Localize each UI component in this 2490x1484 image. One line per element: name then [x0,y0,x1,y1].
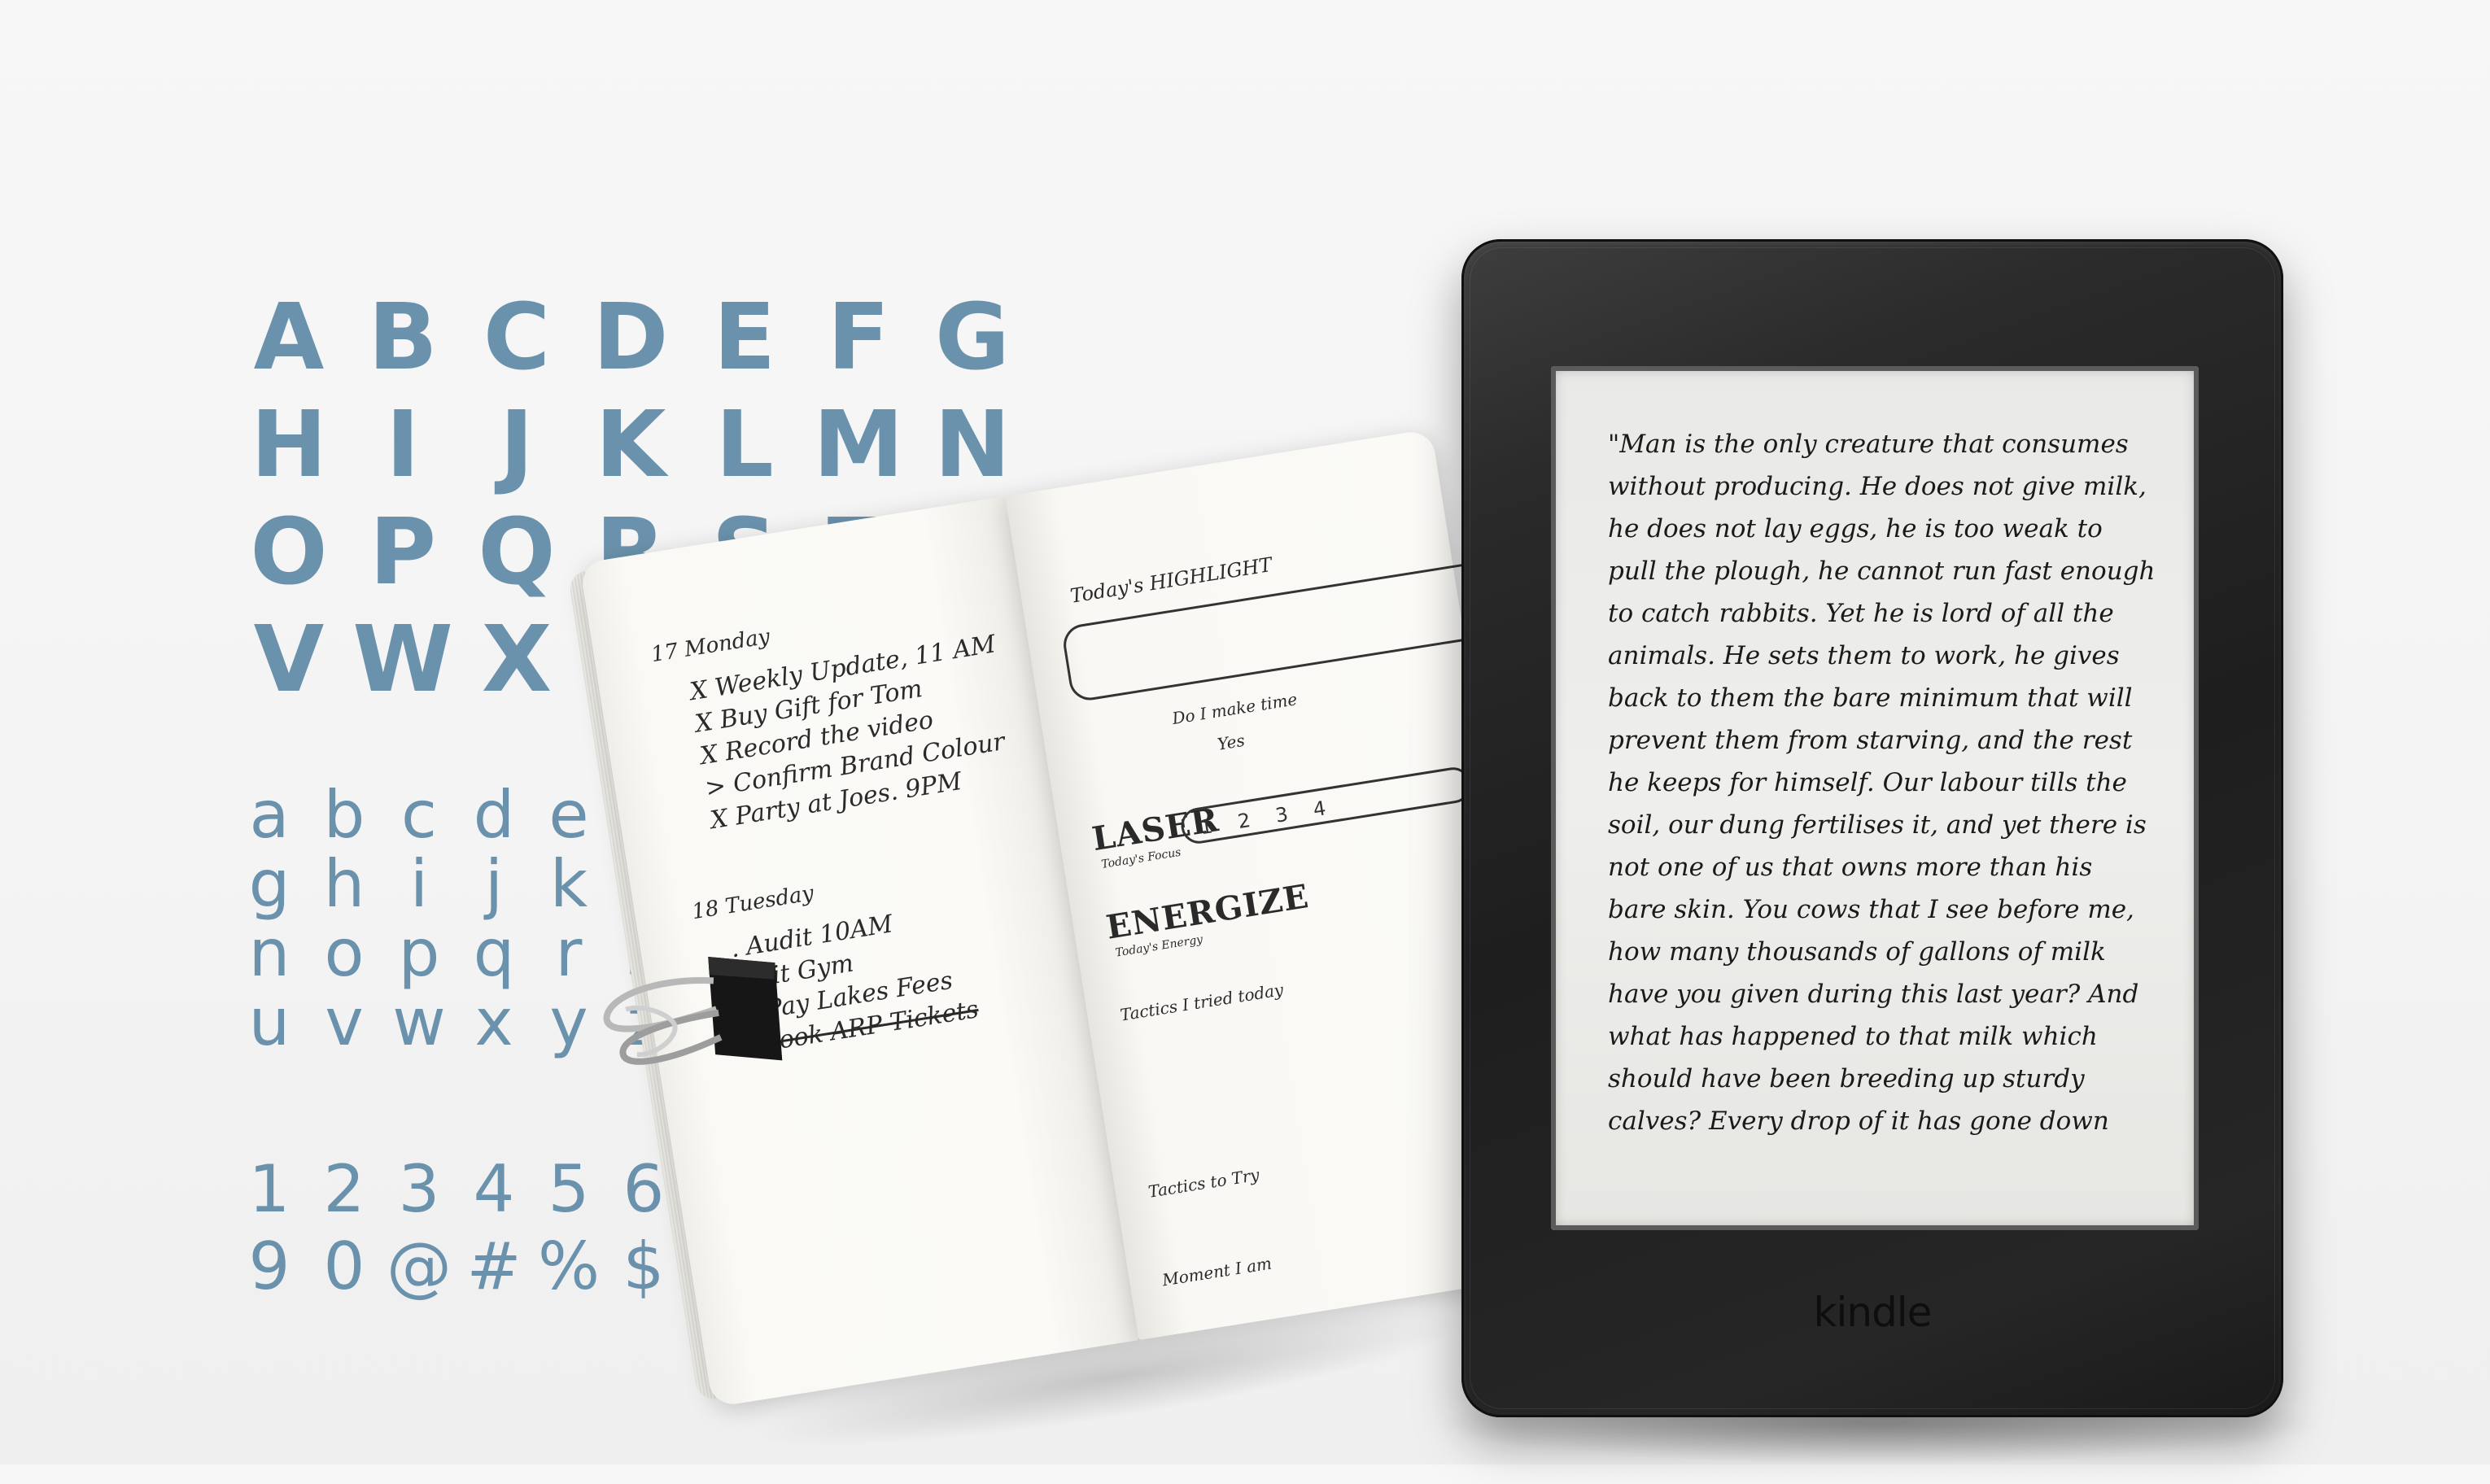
specimen-glyph: # [466,1229,522,1304]
tactics-tried-label: Tactics I tried today [1118,980,1285,1025]
specimen-glyph: q [473,915,515,991]
specimen-glyph: A [253,285,325,391]
kindle-device: "Man is the only creature that consumes w… [1461,239,2283,1417]
specimen-glyph: h [323,846,365,922]
passage-line: animals. He sets them to work, he gives [1608,641,2120,670]
specimen-glyph: % [537,1229,600,1304]
specimen-glyph: @ [387,1229,452,1304]
specimen-glyph: V [253,607,325,713]
specimen-glyph: a [249,777,290,853]
kindle-screen: "Man is the only creature that consumes w… [1551,366,2199,1230]
passage-line: how many thousands of gallons of milk [1608,937,2106,967]
specimen-glyph: G [935,285,1010,391]
specimen-glyph: 9 [248,1229,290,1304]
specimen-glyph: g [248,846,290,922]
specimen-glyph: 1 [248,1151,290,1227]
question-text: Do I make time [1170,689,1299,729]
specimen-glyph: o [324,915,365,991]
passage-line: have you given during this last year? An… [1608,980,2139,1009]
specimen-glyph: 0 [323,1229,365,1304]
passage-line: prevent them from starving, and the rest [1608,726,2133,755]
monday-heading: 17 Monday [649,624,772,668]
passage-line: without producing. He does not give milk… [1608,472,2147,501]
passage-line: to catch rabbits. Yet he is lord of all … [1608,599,2114,628]
specimen-glyph: j [484,846,504,922]
specimen-glyph: 3 [398,1151,440,1227]
passage-line: what has happened to that milk which [1608,1022,2098,1051]
passage-line: he keeps for himself. Our labour tills t… [1608,768,2127,797]
specimen-glyph: I [386,392,420,498]
specimen-glyph: n [248,915,290,991]
tactics-to-try-label: Tactics to Try [1147,1164,1261,1202]
specimen-glyph: B [368,285,438,391]
specimen-glyph: 2 [323,1151,365,1227]
passage-line: he does not lay eggs, he is too weak to [1608,514,2103,543]
passage-line: back to them the bare minimum that will [1608,683,2133,713]
specimen-glyph: 5 [548,1151,590,1227]
specimen-glyph: x [474,984,513,1060]
specimen-glyph: J [500,392,534,498]
passage-line: calves? Every drop of it has gone down [1608,1106,2109,1136]
specimen-glyph: D [592,285,669,391]
specimen-glyph: v [325,984,364,1060]
specimen-glyph: E [713,285,776,391]
energize-label: ENERGIZE [1103,877,1312,947]
specimen-glyph: C [483,285,551,391]
specimen-glyph: c [401,777,437,853]
specimen-glyph: k [549,846,588,922]
specimen-glyph: 4 [473,1151,515,1227]
passage-line: pull the plough, he cannot run fast enou… [1608,556,2156,586]
specimen-glyph: X [481,607,553,713]
passage-line: "Man is the only creature that consumes [1608,430,2129,459]
kindle-passage: "Man is the only creature that consumes w… [1608,423,2161,1142]
specimen-glyph: u [248,984,290,1060]
uppercase-row-1: ABCDEFG [232,285,1029,391]
passage-line: soil, our dung fertilises it, and yet th… [1608,810,2147,840]
passage-line: not one of us that owns more than his [1608,853,2093,882]
binder-clip [583,913,801,1104]
answer-text: Yes [1216,730,1247,754]
passage-line: bare skin. You cows that I see before me… [1608,895,2134,924]
specimen-glyph: i [409,846,429,922]
specimen-glyph: W [352,607,453,713]
kindle-logo: kindle [1813,1289,1933,1336]
specimen-glyph: p [398,915,440,991]
specimen-glyph: d [473,777,515,853]
specimen-glyph: w [392,984,446,1060]
specimen-glyph: O [250,500,328,605]
moment-label: Moment I am [1160,1253,1273,1290]
specimen-glyph: H [251,392,327,498]
passage-line: should have been breeding up sturdy [1608,1064,2085,1093]
specimen-glyph: K [595,392,666,498]
specimen-glyph: F [827,285,890,391]
laser-scale: 1 2 3 4 [1178,765,1474,846]
specimen-glyph: P [369,500,437,605]
specimen-glyph: b [323,777,365,853]
